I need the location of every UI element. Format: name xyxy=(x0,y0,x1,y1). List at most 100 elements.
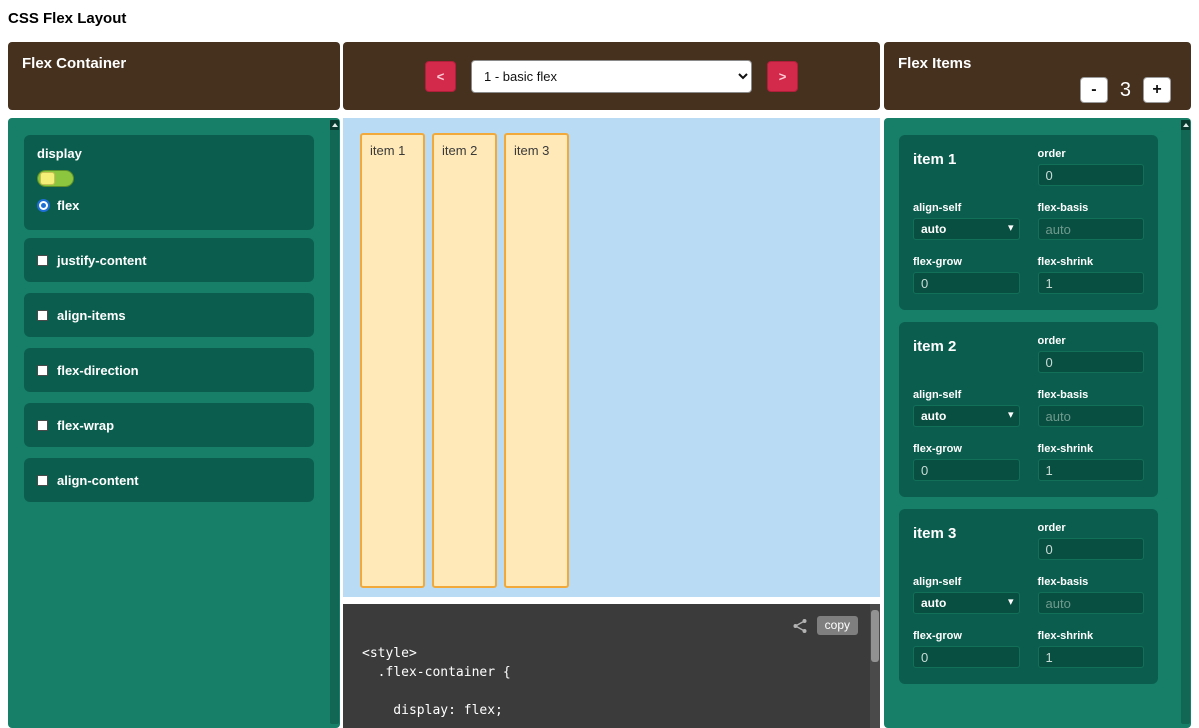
flex-items-panel: item 1 order align-self auto ▾ flex-basi… xyxy=(884,118,1191,728)
option-label: align-items xyxy=(57,308,126,323)
preview-item: item 2 xyxy=(432,133,497,588)
flex-shrink-field: flex-shrink xyxy=(1038,630,1145,671)
flex-basis-label: flex-basis xyxy=(1038,202,1145,214)
page-title: CSS Flex Layout xyxy=(8,10,126,27)
flex-items-title: Flex Items xyxy=(898,55,971,72)
align-self-select[interactable]: auto xyxy=(913,405,1020,427)
option-label: justify-content xyxy=(57,253,147,268)
option-flex-direction[interactable]: flex-direction xyxy=(24,348,314,392)
option-align-items[interactable]: align-items xyxy=(24,293,314,337)
align-self-label: align-self xyxy=(913,389,1020,401)
option-label: align-content xyxy=(57,473,139,488)
align-self-select[interactable]: auto xyxy=(913,218,1020,240)
align-self-label: align-self xyxy=(913,202,1020,214)
flex-grow-field: flex-grow xyxy=(913,630,1020,671)
checkbox-icon[interactable] xyxy=(37,310,48,321)
example-select[interactable]: 1 - basic flex xyxy=(471,60,752,93)
order-label: order xyxy=(1038,148,1145,160)
order-field: order xyxy=(1038,522,1145,563)
option-flex-wrap[interactable]: flex-wrap xyxy=(24,403,314,447)
item-count-controls: - 3 + xyxy=(1080,77,1171,103)
code-scrollbar[interactable] xyxy=(870,604,880,728)
option-justify-content[interactable]: justify-content xyxy=(24,238,314,282)
flex-shrink-label: flex-shrink xyxy=(1038,443,1145,455)
align-self-field: align-self auto ▾ xyxy=(913,576,1020,617)
order-input[interactable] xyxy=(1038,164,1145,186)
flex-basis-input[interactable] xyxy=(1038,218,1145,240)
code-line: display: flex; xyxy=(362,701,511,720)
align-self-select-wrap: auto ▾ xyxy=(913,218,1020,240)
preview-item: item 1 xyxy=(360,133,425,588)
code-line xyxy=(362,682,511,701)
flex-grow-input[interactable] xyxy=(913,646,1020,668)
right-panel-scrollbar[interactable] xyxy=(1181,120,1190,724)
checkbox-icon[interactable] xyxy=(37,255,48,266)
flex-shrink-input[interactable] xyxy=(1038,646,1145,668)
checkbox-icon[interactable] xyxy=(37,475,48,486)
flex-basis-input[interactable] xyxy=(1038,592,1145,614)
checkbox-icon[interactable] xyxy=(37,420,48,431)
order-field: order xyxy=(1038,335,1145,376)
code-scroll-thumb[interactable] xyxy=(871,610,879,662)
order-label: order xyxy=(1038,522,1145,534)
order-input[interactable] xyxy=(1038,538,1145,560)
option-label: flex-direction xyxy=(57,363,139,378)
next-example-button[interactable]: > xyxy=(767,61,798,92)
flex-grow-label: flex-grow xyxy=(913,630,1020,642)
align-self-field: align-self auto ▾ xyxy=(913,389,1020,430)
flex-shrink-field: flex-shrink xyxy=(1038,443,1145,484)
item-count: 3 xyxy=(1120,79,1131,102)
scroll-up-icon[interactable] xyxy=(1181,120,1190,130)
toggle-knob xyxy=(40,172,55,185)
flex-shrink-input[interactable] xyxy=(1038,272,1145,294)
checkbox-icon[interactable] xyxy=(37,365,48,376)
flex-preview-area: item 1 item 2 item 3 xyxy=(343,118,880,597)
flex-radio-row: flex xyxy=(37,198,301,213)
add-item-button[interactable]: + xyxy=(1143,77,1171,103)
flex-basis-field: flex-basis xyxy=(1038,202,1145,243)
flex-basis-label: flex-basis xyxy=(1038,389,1145,401)
flex-items-panel-header: Flex Items - 3 + xyxy=(884,42,1191,110)
flex-shrink-label: flex-shrink xyxy=(1038,256,1145,268)
flex-basis-input[interactable] xyxy=(1038,405,1145,427)
display-label: display xyxy=(37,146,301,161)
order-input[interactable] xyxy=(1038,351,1145,373)
left-panel-scrollbar[interactable] xyxy=(330,120,339,724)
share-icon[interactable] xyxy=(792,618,808,634)
scroll-up-icon[interactable] xyxy=(330,120,339,130)
flex-item-card: item 3 order align-self auto ▾ flex-basi… xyxy=(899,509,1158,684)
display-group: display flex xyxy=(24,135,314,230)
order-field: order xyxy=(1038,148,1145,189)
flex-basis-field: flex-basis xyxy=(1038,576,1145,617)
align-self-field: align-self auto ▾ xyxy=(913,202,1020,243)
align-self-select-wrap: auto ▾ xyxy=(913,592,1020,614)
option-align-content[interactable]: align-content xyxy=(24,458,314,502)
flex-shrink-input[interactable] xyxy=(1038,459,1145,481)
flex-grow-input[interactable] xyxy=(913,272,1020,294)
code-panel: copy <style> .flex-container { display: … xyxy=(343,604,880,728)
display-toggle[interactable] xyxy=(37,170,74,187)
order-label: order xyxy=(1038,335,1145,347)
flex-grow-label: flex-grow xyxy=(913,256,1020,268)
flex-grow-field: flex-grow xyxy=(913,256,1020,297)
align-self-select-wrap: auto ▾ xyxy=(913,405,1020,427)
flex-grow-input[interactable] xyxy=(913,459,1020,481)
flex-item-card: item 2 order align-self auto ▾ flex-basi… xyxy=(899,322,1158,497)
flex-shrink-field: flex-shrink xyxy=(1038,256,1145,297)
align-self-label: align-self xyxy=(913,576,1020,588)
flex-container-title: Flex Container xyxy=(22,55,126,72)
item-name: item 1 xyxy=(913,151,1020,189)
flex-item-card: item 1 order align-self auto ▾ flex-basi… xyxy=(899,135,1158,310)
code-toolbar: copy xyxy=(792,616,858,635)
remove-item-button[interactable]: - xyxy=(1080,77,1108,103)
code-line: .flex-container { xyxy=(362,663,511,682)
flex-container-panel-header: Flex Container xyxy=(8,42,340,110)
code-block: <style> .flex-container { display: flex; xyxy=(362,644,511,720)
flex-radio[interactable] xyxy=(37,199,50,212)
prev-example-button[interactable]: < xyxy=(425,61,456,92)
flex-container-panel: display flex justify-content align-items… xyxy=(8,118,340,728)
code-line: <style> xyxy=(362,644,511,663)
copy-button[interactable]: copy xyxy=(817,616,858,635)
flex-grow-label: flex-grow xyxy=(913,443,1020,455)
align-self-select[interactable]: auto xyxy=(913,592,1020,614)
